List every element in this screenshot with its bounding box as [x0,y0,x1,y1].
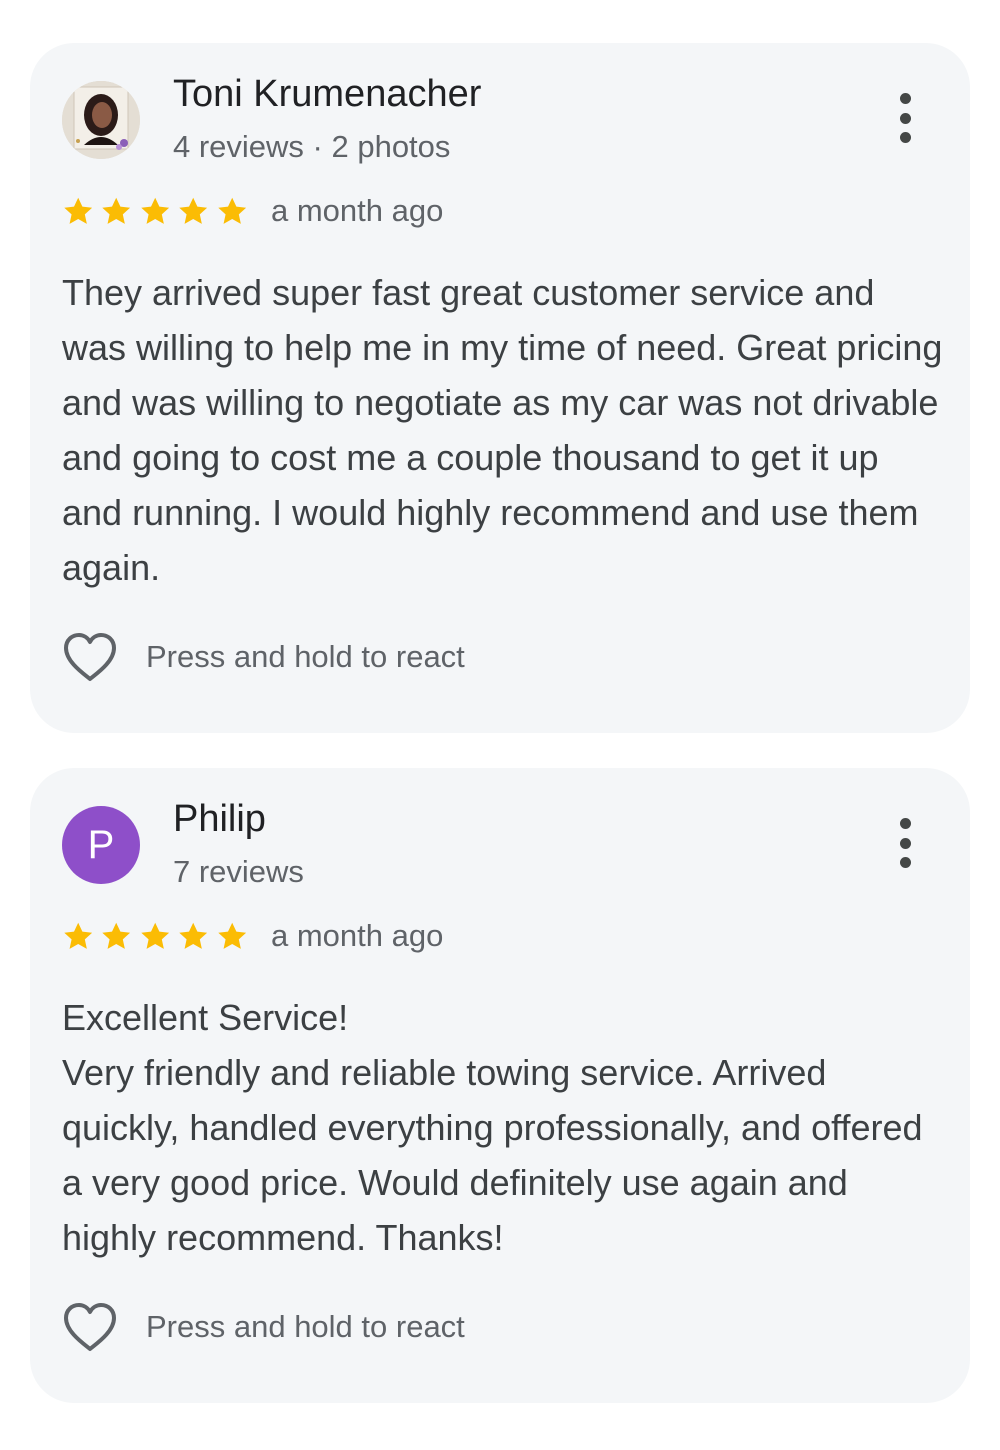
reviewer-avatar[interactable] [62,81,140,159]
reviewer-avatar[interactable]: P [62,806,140,884]
star-icon [64,197,93,224]
react-button[interactable]: Press and hold to react [62,631,465,683]
reviewer-meta: 4 reviews · 2 photos [173,129,451,164]
review-card: Toni Krumenacher 4 reviews · 2 photos a … [30,43,970,733]
reviewer-name[interactable]: Philip [173,798,266,841]
reviewer-meta: 7 reviews [173,854,304,889]
more-options-button[interactable] [888,818,922,868]
review-card: P Philip 7 reviews a month ago Excellent… [30,768,970,1403]
rating-row: a month ago [62,916,443,956]
react-label: Press and hold to react [146,1309,465,1344]
star-rating [62,195,248,228]
review-text: They arrived super fast great customer s… [62,272,943,588]
react-button[interactable]: Press and hold to react [62,1301,465,1353]
review-date: a month ago [271,193,444,228]
review-date: a month ago [271,918,444,953]
star-rating [62,920,248,953]
star-icon [141,197,169,224]
more-options-button[interactable] [888,93,922,143]
star-icon [217,197,246,224]
react-label: Press and hold to react [146,639,465,674]
star-icon [64,922,93,949]
star-icon [102,922,131,949]
heart-outline-icon [64,633,116,681]
review-text: Excellent Service! Very friendly and rel… [62,997,923,1258]
star-icon [102,197,131,224]
star-icon [179,197,208,224]
heart-outline-icon [64,1303,116,1351]
rating-row: a month ago [62,191,443,231]
star-icon [141,922,169,949]
more-vert-icon [899,818,911,829]
star-icon [217,922,246,949]
reviewer-name[interactable]: Toni Krumenacher [173,73,481,116]
more-vert-icon [899,93,911,104]
star-icon [179,922,208,949]
avatar-photo-icon [62,81,140,159]
